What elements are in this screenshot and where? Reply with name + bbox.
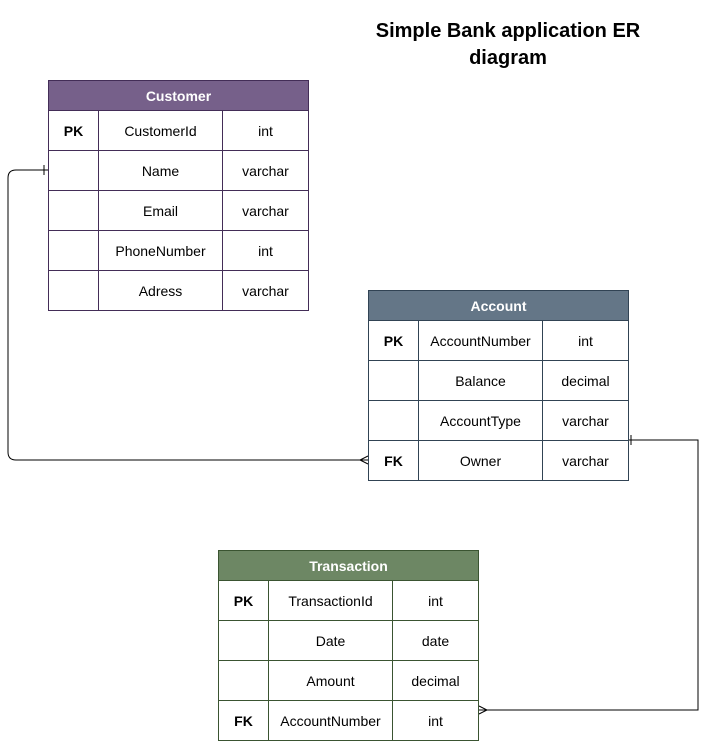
attribute-type: int: [258, 122, 273, 139]
attribute-name: Balance: [419, 361, 543, 400]
attribute-type: decimal: [561, 372, 610, 389]
key-cell: [219, 661, 269, 700]
entity-account-header[interactable]: Account: [369, 291, 628, 321]
table-row[interactable]: PK TransactionId int: [219, 581, 478, 621]
key-cell: PK: [49, 111, 99, 150]
attribute-type: varchar: [242, 283, 289, 299]
table-row[interactable]: Email varchar: [49, 191, 308, 231]
key-cell: [49, 151, 99, 190]
table-row[interactable]: FK Owner varchar: [369, 441, 628, 481]
key-cell: [369, 401, 419, 440]
key-cell: [219, 621, 269, 660]
key-cell: PK: [369, 321, 419, 360]
attribute-name: Amount: [269, 661, 393, 700]
key-cell: PK: [219, 581, 269, 620]
table-row[interactable]: Adress varchar: [49, 271, 308, 311]
attribute-name: AccountNumber: [419, 321, 543, 360]
entity-customer[interactable]: Customer PK CustomerId int Name varchar …: [48, 80, 309, 311]
table-row[interactable]: PK CustomerId int: [49, 111, 308, 151]
attribute-name: CustomerId: [99, 111, 223, 150]
attribute-type: varchar: [242, 202, 289, 219]
table-row[interactable]: PhoneNumber int: [49, 231, 308, 271]
attribute-name: Date: [269, 621, 393, 660]
table-row[interactable]: Date date: [219, 621, 478, 661]
table-row[interactable]: Amount decimal: [219, 661, 478, 701]
attribute-type: decimal: [411, 672, 460, 689]
attribute-type: varchar: [562, 412, 609, 429]
table-row[interactable]: PK AccountNumber int: [369, 321, 628, 361]
entity-account[interactable]: Account PK AccountNumber int Balance dec…: [368, 290, 629, 481]
attribute-name: Name: [99, 151, 223, 190]
attribute-type: varchar: [242, 162, 289, 179]
key-cell: [49, 271, 99, 311]
attribute-type: date: [421, 632, 450, 649]
entity-transaction[interactable]: Transaction PK TransactionId int Date da…: [218, 550, 479, 741]
key-cell: FK: [369, 441, 419, 481]
attribute-name: PhoneNumber: [99, 231, 223, 270]
key-cell: [369, 361, 419, 400]
entity-transaction-header[interactable]: Transaction: [219, 551, 478, 581]
attribute-type: varchar: [562, 453, 609, 469]
attribute-name: AccountType: [419, 401, 543, 440]
key-cell: [49, 191, 99, 230]
key-cell: [49, 231, 99, 270]
attribute-type: int: [578, 332, 593, 349]
attribute-name: AccountNumber: [269, 701, 393, 741]
attribute-type: int: [258, 242, 273, 259]
attribute-name: Owner: [419, 441, 543, 481]
key-cell: FK: [219, 701, 269, 741]
table-row[interactable]: Balance decimal: [369, 361, 628, 401]
entity-customer-header[interactable]: Customer: [49, 81, 308, 111]
table-row[interactable]: FK AccountNumber int: [219, 701, 478, 741]
attribute-name: TransactionId: [269, 581, 393, 620]
table-row[interactable]: Name varchar: [49, 151, 308, 191]
attribute-type: int: [428, 713, 443, 729]
attribute-name: Email: [99, 191, 223, 230]
attribute-type: int: [428, 592, 443, 609]
table-row[interactable]: AccountType varchar: [369, 401, 628, 441]
attribute-name: Adress: [99, 271, 223, 311]
